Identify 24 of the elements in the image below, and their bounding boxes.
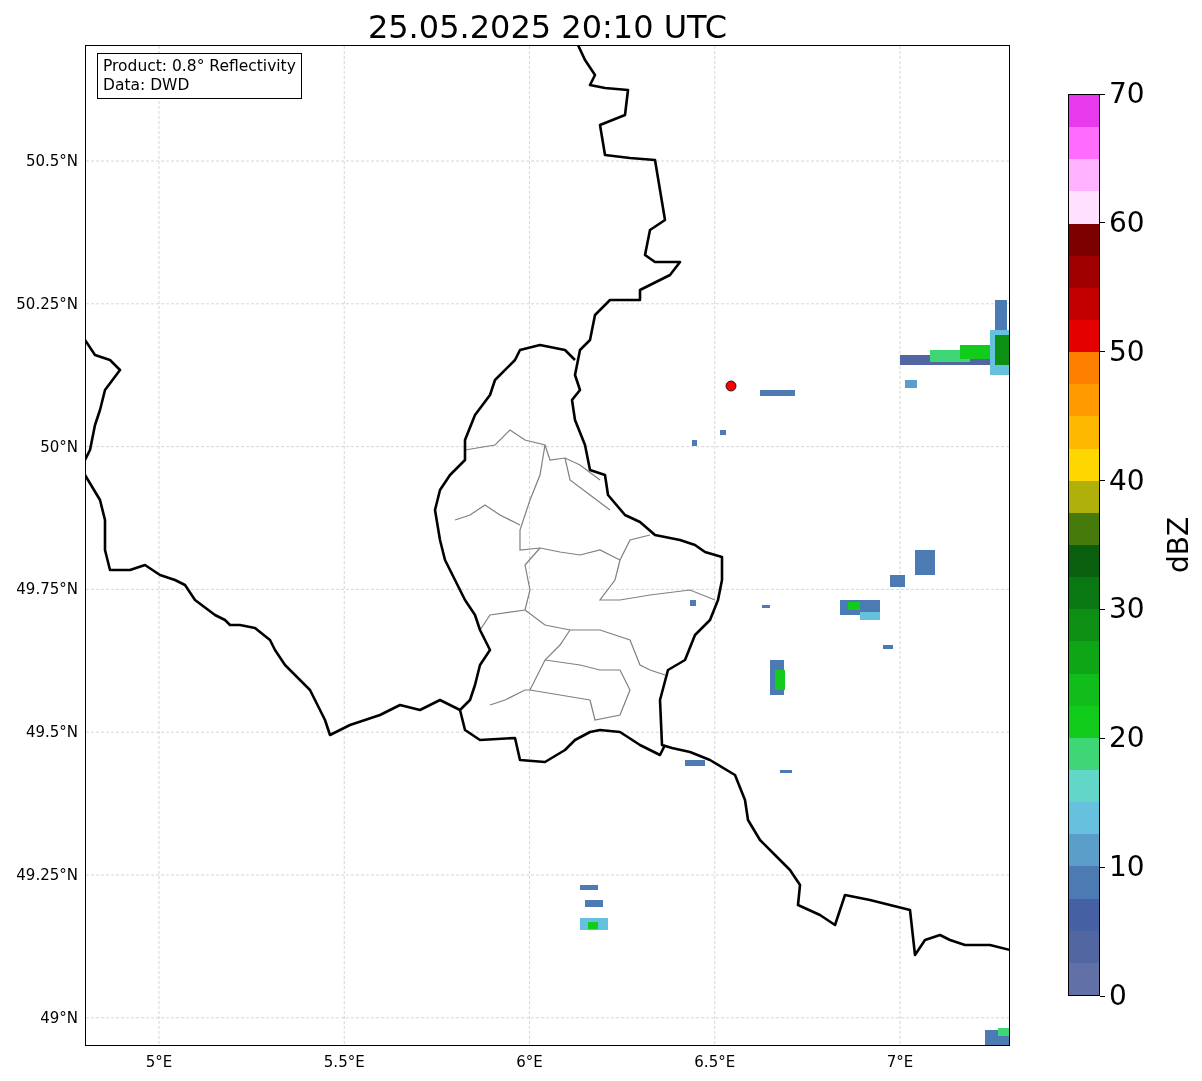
latitude-label: 49.75°N: [16, 580, 78, 599]
longitude-label: 5°E: [145, 1053, 173, 1071]
latitude-label: 50.25°N: [16, 294, 78, 313]
longitude-label: 6.5°E: [694, 1053, 736, 1071]
chart-title: 25.05.2025 20:10 UTC: [367, 11, 728, 43]
colorbar-tick-label: 20: [1109, 724, 1145, 753]
info-text: Product: 0.8° Reflectivity: [103, 57, 296, 76]
colorbar-tick-label: 60: [1109, 208, 1145, 237]
latitude-label: 49°N: [40, 1008, 78, 1027]
latitude-label: 49.5°N: [25, 723, 78, 742]
latitude-label: 50°N: [40, 437, 78, 456]
colorbar-label: dBZ: [1161, 516, 1195, 574]
colorbar-tick-label: 50: [1109, 337, 1145, 366]
longitude-label: 5.5°E: [323, 1053, 365, 1071]
colorbar-tick-label: 70: [1109, 80, 1145, 108]
latitude-label: 50.5°N: [25, 152, 78, 170]
longitude-label: 6°E: [516, 1053, 543, 1071]
colorbar-tick-label: 10: [1109, 853, 1145, 882]
colorbar-tick-label: 30: [1109, 595, 1145, 624]
longitude-label: 7°E: [886, 1053, 914, 1071]
colorbar-tick-label: 0: [1109, 982, 1127, 1010]
latitude-label: 49.25°N: [16, 866, 78, 884]
info-text: Data: DWD: [103, 76, 191, 95]
colorbar-tick-label: 40: [1109, 466, 1145, 495]
